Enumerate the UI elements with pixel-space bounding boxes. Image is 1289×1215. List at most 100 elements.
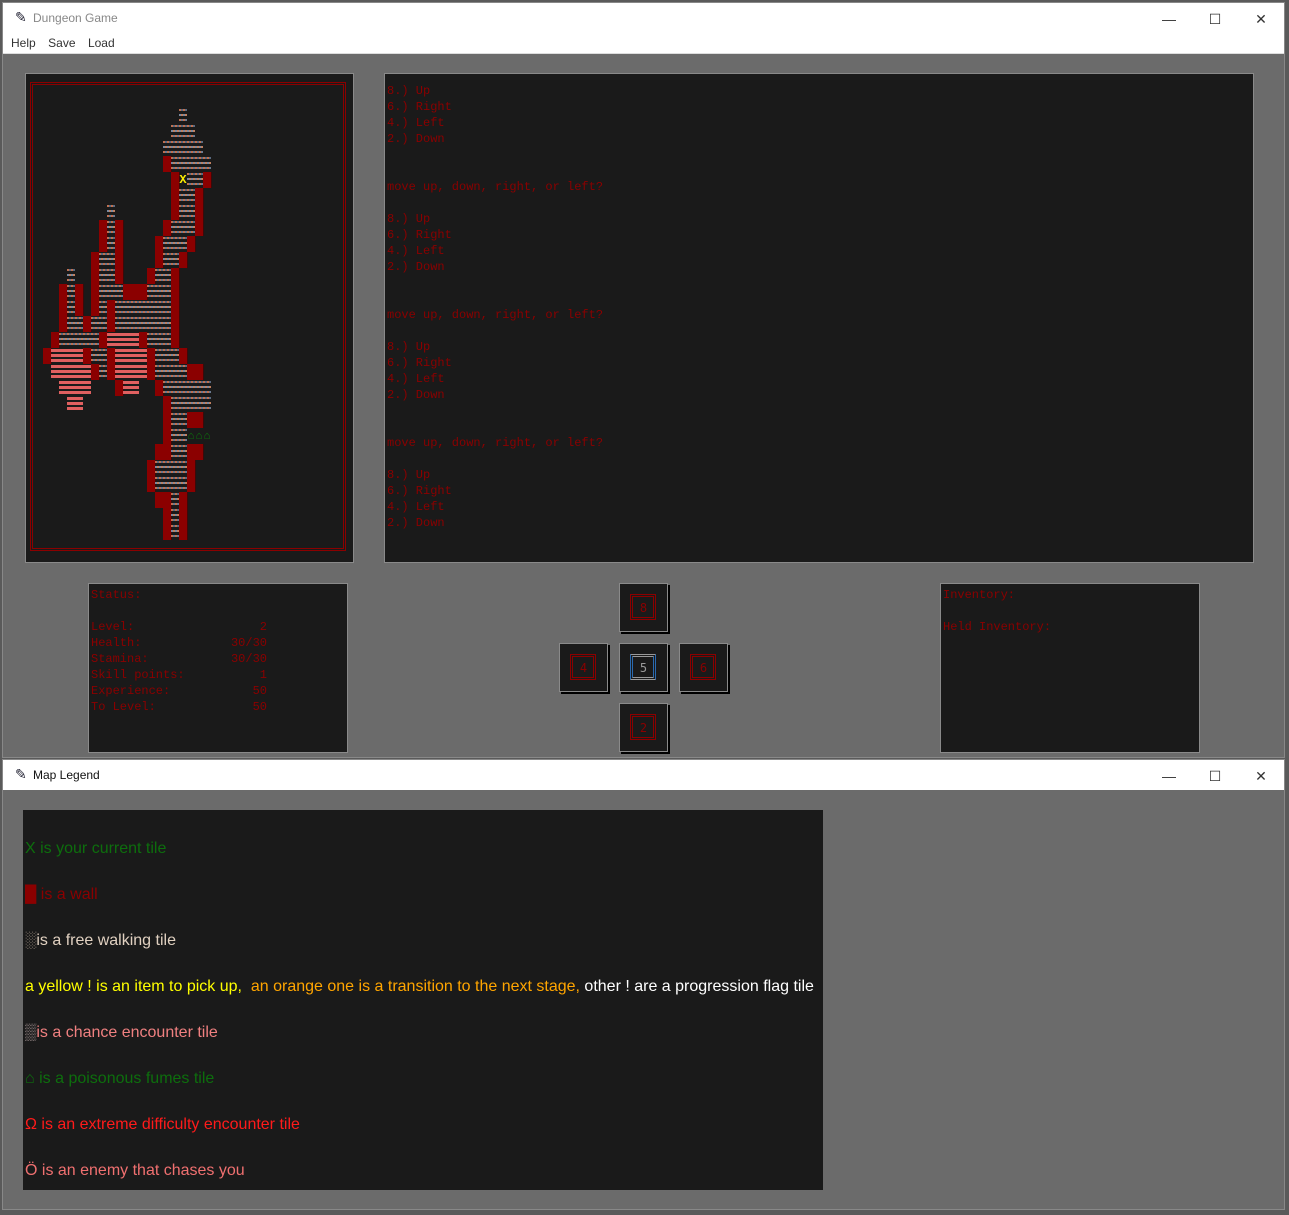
- wall-tile: [147, 348, 155, 364]
- wall-tile: [91, 268, 99, 284]
- legend-text: ▒: [25, 1024, 37, 1041]
- wall-tile: [107, 316, 115, 332]
- legend-text: █: [25, 886, 37, 903]
- floor-tile: [179, 460, 187, 476]
- move-down-button[interactable]: 2: [619, 703, 668, 752]
- title-bar: ✎ Dungeon Game — ☐ ✕: [3, 3, 1284, 33]
- floor-tile: [179, 476, 187, 492]
- wall-tile: [187, 364, 195, 380]
- floor-tile: [179, 444, 187, 460]
- move-up-button[interactable]: 8: [619, 583, 668, 632]
- feather-icon: ✎: [15, 9, 27, 25]
- floor-tile: [107, 284, 115, 300]
- floor-tile: [99, 300, 107, 316]
- legend-line: Ö is an enemy that chases you: [25, 1161, 245, 1181]
- log-line: 8.) Up: [387, 212, 431, 226]
- move-left-button[interactable]: 4: [559, 643, 608, 692]
- menu-save[interactable]: Save: [48, 33, 75, 53]
- floor-tile: [163, 140, 171, 156]
- encounter-tile: [83, 380, 91, 396]
- floor-tile: [195, 380, 203, 396]
- legend-text: other ! are a progression flag tile: [579, 978, 814, 995]
- status-row: Experience: 50: [91, 683, 271, 699]
- wall-tile: [99, 220, 107, 236]
- minimize-button[interactable]: —: [1146, 7, 1192, 31]
- status-row: Health: 30/30: [91, 635, 271, 651]
- encounter-tile: [131, 332, 139, 348]
- menu-load[interactable]: Load: [88, 33, 115, 53]
- floor-tile: [171, 364, 179, 380]
- wall-tile: [99, 236, 107, 252]
- wall-tile: [195, 412, 203, 428]
- wall-tile: [147, 460, 155, 476]
- wait-button[interactable]: 5: [619, 643, 668, 692]
- status-label: To Level:: [91, 700, 156, 714]
- status-value: 30/30: [230, 652, 267, 666]
- menu-bar: Help Save Load: [3, 33, 1284, 54]
- button-label: 2: [639, 721, 648, 735]
- minimize-button[interactable]: —: [1146, 764, 1192, 788]
- legend-line: ⌂ is a poisonous fumes tile: [25, 1069, 214, 1089]
- wall-tile: [171, 172, 179, 188]
- floor-tile: [155, 364, 163, 380]
- status-title: Status:: [91, 588, 142, 602]
- floor-tile: [179, 188, 187, 204]
- fumes-icon: ⌂: [187, 430, 195, 442]
- wall-tile: [195, 444, 203, 460]
- legend-window-title: Map Legend: [33, 768, 100, 782]
- legend-window: ✎ Map Legend — ☐ ✕ X is your current til…: [2, 759, 1285, 1210]
- floor-tile: [179, 396, 187, 412]
- wall-tile: [91, 284, 99, 300]
- main-window: ✎ Dungeon Game — ☐ ✕ Help Save Load X ⌂ ⌂ ⌂…: [2, 2, 1285, 758]
- floor-tile: [187, 172, 195, 188]
- wall-tile: [115, 252, 123, 268]
- encounter-tile: [139, 348, 147, 364]
- close-button[interactable]: ✕: [1238, 7, 1284, 31]
- floor-tile: [131, 300, 139, 316]
- floor-tile: [155, 300, 163, 316]
- held-inventory-title: Held Inventory:: [943, 620, 1052, 634]
- floor-tile: [67, 284, 75, 300]
- wall-tile: [115, 380, 123, 396]
- log-line: 8.) Up: [387, 468, 431, 482]
- menu-help[interactable]: Help: [11, 33, 36, 53]
- wall-tile: [163, 524, 171, 540]
- legend-line: ░is a free walking tile: [25, 931, 176, 951]
- wall-tile: [163, 444, 171, 460]
- encounter-tile: [123, 332, 131, 348]
- floor-tile: [67, 316, 75, 332]
- encounter-tile: [107, 332, 115, 348]
- floor-tile: [107, 236, 115, 252]
- floor-tile: [187, 380, 195, 396]
- move-right-button[interactable]: 6: [679, 643, 728, 692]
- maximize-button[interactable]: ☐: [1192, 764, 1238, 788]
- close-button[interactable]: ✕: [1238, 764, 1284, 788]
- wall-tile: [91, 364, 99, 380]
- status-row: Skill points: 1: [91, 667, 271, 683]
- encounter-tile: [131, 348, 139, 364]
- floor-tile: [147, 332, 155, 348]
- legend-text: X is your current tile: [25, 840, 167, 857]
- wall-tile: [107, 300, 115, 316]
- floor-tile: [171, 252, 179, 268]
- status-value: 30/30: [230, 636, 267, 650]
- maximize-button[interactable]: ☐: [1192, 7, 1238, 31]
- floor-tile: [187, 220, 195, 236]
- floor-tile: [155, 316, 163, 332]
- floor-tile: [67, 300, 75, 316]
- player-marker: X: [179, 173, 187, 187]
- wall-tile: [171, 204, 179, 220]
- encounter-tile: [67, 364, 75, 380]
- wall-tile: [123, 284, 131, 300]
- floor-tile: [171, 156, 179, 172]
- floor-tile: [107, 252, 115, 268]
- inventory-title: Inventory:: [943, 588, 1016, 602]
- status-value: 50: [252, 684, 267, 698]
- floor-tile: [179, 236, 187, 252]
- floor-tile: [123, 300, 131, 316]
- floor-tile: [179, 428, 187, 444]
- log-line: 8.) Up: [387, 84, 431, 98]
